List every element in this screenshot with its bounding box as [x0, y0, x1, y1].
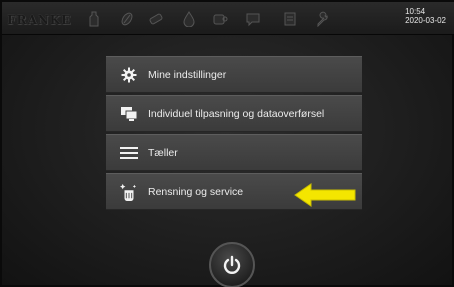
machine-screen: FRANKE 10:54 2020-03-02 Mine indstilling… — [0, 0, 454, 287]
menu-item-label: Mine indstillinger — [148, 68, 227, 81]
power-button[interactable] — [209, 242, 255, 287]
bean-icon[interactable] — [119, 11, 135, 27]
top-bar: FRANKE 10:54 2020-03-02 — [2, 2, 454, 35]
menu-item-label: Tæller — [148, 146, 178, 159]
clock: 10:54 2020-03-02 — [405, 7, 446, 25]
milk-icon[interactable] — [148, 11, 164, 27]
menu-item-counter[interactable]: Tæller — [106, 134, 362, 171]
wrench-icon[interactable] — [315, 11, 331, 27]
brand-logo: FRANKE — [7, 13, 72, 27]
menu-item-label: Rensning og service — [148, 185, 244, 198]
screens-icon — [120, 105, 138, 123]
bottle-icon[interactable] — [86, 11, 102, 27]
coffee-icon[interactable] — [212, 11, 228, 27]
document-icon[interactable] — [282, 11, 298, 27]
cleaning-icon — [120, 183, 138, 201]
menu-item-label: Individuel tilpasning og dataoverførsel — [148, 107, 325, 120]
gear-icon — [120, 66, 138, 84]
chat-icon[interactable] — [245, 11, 261, 27]
time-text: 10:54 — [405, 7, 426, 16]
date-text: 2020-03-02 — [405, 16, 446, 25]
drop-icon[interactable] — [181, 11, 197, 27]
menu-item-customization[interactable]: Individuel tilpasning og dataoverførsel — [106, 95, 362, 132]
power-icon — [223, 255, 241, 274]
list-icon — [120, 144, 138, 162]
menu-item-settings[interactable]: Mine indstillinger — [106, 56, 362, 93]
arrow-annotation-icon — [294, 183, 356, 207]
